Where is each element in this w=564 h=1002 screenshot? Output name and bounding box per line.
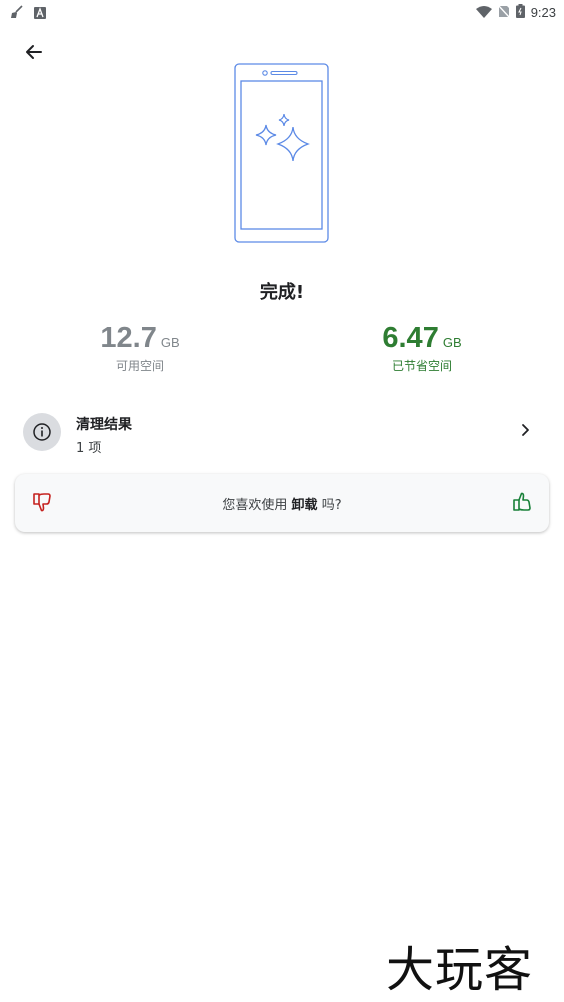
- available-space-unit: GB: [160, 335, 180, 350]
- broom-icon: [10, 4, 24, 23]
- feedback-question: 您喜欢使用 卸载 吗?: [15, 494, 549, 513]
- feedback-app-name: 卸载: [291, 498, 318, 513]
- battery-icon: [515, 3, 525, 22]
- available-space-stat: 12.7 GB 可用空间: [40, 322, 240, 374]
- no-sim-icon: [497, 3, 511, 22]
- info-icon: [23, 413, 61, 451]
- status-left: [10, 4, 46, 23]
- saved-space-unit: GB: [442, 335, 462, 350]
- saved-space-value: 6.47: [382, 322, 439, 354]
- saved-space-stat: 6.47 GB 已节省空间: [322, 322, 522, 374]
- status-right: 9:23: [475, 3, 556, 22]
- wifi-icon: [475, 3, 492, 22]
- watermark-logo: 大玩客: [386, 942, 534, 998]
- arrow-left-icon: [25, 43, 43, 65]
- phone-sparkle-illustration: [233, 63, 331, 245]
- status-bar: 9:23: [0, 0, 564, 24]
- cleanup-result-row[interactable]: 清理结果 1 项: [0, 404, 564, 462]
- available-space-value: 12.7: [100, 322, 157, 354]
- done-title: 完成!: [259, 282, 305, 303]
- back-button[interactable]: [18, 38, 50, 70]
- chevron-right-icon: [520, 422, 532, 441]
- a-box-icon: [34, 4, 46, 23]
- status-time: 9:23: [530, 5, 556, 20]
- cleanup-result-title: 清理结果: [76, 417, 132, 433]
- feedback-suffix: 吗?: [321, 498, 342, 513]
- saved-space-label: 已节省空间: [391, 359, 452, 373]
- available-space-label: 可用空间: [115, 359, 164, 373]
- cleanup-result-count: 1 项: [76, 441, 102, 456]
- feedback-card: 您喜欢使用 卸载 吗?: [15, 474, 549, 532]
- thumb-up-icon[interactable]: [511, 491, 533, 517]
- feedback-prefix: 您喜欢使用: [222, 498, 288, 513]
